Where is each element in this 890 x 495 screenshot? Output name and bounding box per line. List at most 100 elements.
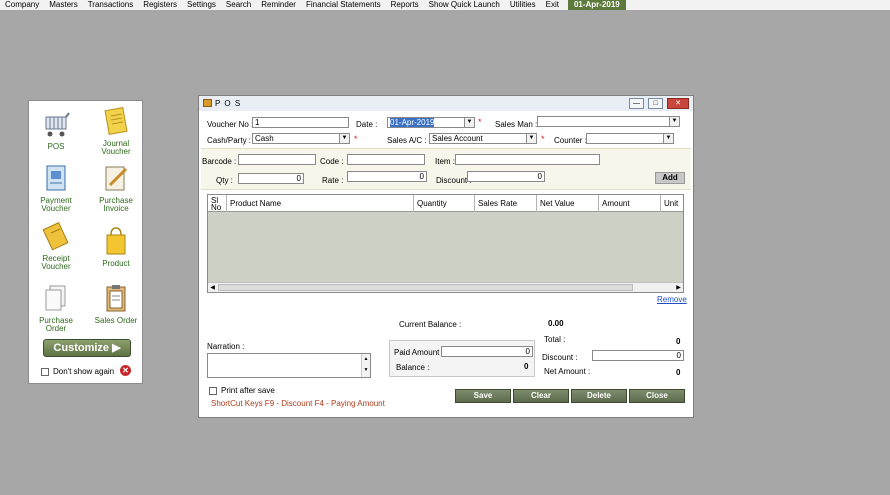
narration-textarea[interactable]: ▲ ▼ — [207, 353, 371, 378]
sales-man-label: Sales Man : — [495, 120, 538, 129]
narration-scrollbar[interactable]: ▲ ▼ — [361, 354, 370, 377]
add-button[interactable]: Add — [655, 172, 685, 184]
menu-financial-statements[interactable]: Financial Statements — [301, 0, 386, 10]
pos-titlebar: P O S — □ ✕ — [199, 96, 693, 111]
scroll-left-icon[interactable]: ◀ — [208, 283, 217, 293]
tile-payment-voucher[interactable]: Payment Voucher — [31, 163, 81, 213]
shopping-bag-icon — [106, 227, 126, 255]
col-amount[interactable]: Amount — [599, 195, 661, 212]
cash-party-select[interactable]: Cash ▼ — [252, 133, 350, 144]
qty-label: Qty : — [216, 176, 233, 185]
calendar-dropdown-icon[interactable]: ▼ — [464, 118, 474, 127]
menu-exit[interactable]: Exit — [541, 0, 564, 10]
sales-ac-select[interactable]: Sales Account ▼ — [429, 133, 537, 144]
item-input[interactable] — [455, 154, 600, 165]
balance-label: Balance : — [396, 363, 430, 372]
chevron-down-icon: ▼ — [663, 134, 673, 143]
menu-utilities[interactable]: Utilities — [505, 0, 541, 10]
paid-amount-label: Paid Amount : — [394, 348, 444, 357]
code-label: Code : — [320, 157, 344, 166]
scroll-thumb[interactable] — [218, 284, 633, 291]
item-label: Item : — [435, 157, 456, 166]
customize-button[interactable]: Customize ▶ — [43, 339, 131, 357]
menu-transactions[interactable]: Transactions — [83, 0, 139, 10]
window-close-button[interactable]: ✕ — [667, 98, 689, 109]
cash-party-value: Cash — [255, 134, 274, 143]
menu-masters[interactable]: Masters — [44, 0, 82, 10]
balance-value: 0 — [524, 362, 529, 371]
sales-ac-value: Sales Account — [432, 134, 483, 143]
payment-doc-icon — [46, 165, 66, 191]
code-input[interactable] — [347, 154, 425, 165]
grid-horizontal-scrollbar[interactable]: ◀ ▶ — [208, 282, 683, 292]
voucher-no-field[interactable]: 1 — [252, 117, 349, 128]
clear-button[interactable]: Clear — [513, 389, 569, 403]
tile-pos[interactable]: POS — [31, 109, 81, 151]
print-after-save-checkbox[interactable] — [209, 386, 217, 395]
paid-amount-input[interactable]: 0 — [441, 346, 533, 357]
net-amount-value: 0 — [676, 368, 681, 377]
rate-label: Rate : — [322, 176, 344, 185]
tile-product-label: Product — [102, 259, 130, 268]
close-button[interactable]: Close — [629, 389, 685, 403]
current-balance-label: Current Balance : — [399, 320, 462, 329]
chevron-down-icon: ▼ — [339, 134, 349, 143]
close-panel-icon[interactable]: ✕ — [120, 365, 131, 376]
total-label: Total : — [544, 335, 566, 344]
col-quantity[interactable]: Quantity — [414, 195, 475, 212]
tile-purchase-order[interactable]: Purchase Order — [31, 283, 81, 333]
menu-settings[interactable]: Settings — [182, 0, 221, 10]
remove-link[interactable]: Remove — [657, 295, 687, 304]
menu-registers[interactable]: Registers — [138, 0, 182, 10]
menu-show-quick-launch[interactable]: Show Quick Launch — [424, 0, 505, 10]
menubar: Company Masters Transactions Registers S… — [0, 0, 890, 10]
sales-man-select[interactable]: ▼ — [537, 116, 680, 127]
qty-input[interactable]: 0 — [238, 173, 304, 184]
discount-input[interactable]: 0 — [467, 171, 545, 182]
tile-purchase-invoice[interactable]: Purchase Invoice — [91, 163, 141, 213]
chevron-down-icon: ▼ — [669, 117, 679, 126]
dont-show-again-option[interactable]: Don't show again — [41, 367, 114, 376]
shortcut-keys-hint: ShortCut Keys F9 - Discount F4 - Paying … — [211, 399, 385, 408]
tile-product[interactable]: Product — [91, 226, 141, 268]
required-star-icon: * — [354, 134, 358, 144]
date-label: Date : — [356, 120, 378, 129]
save-button[interactable]: Save — [455, 389, 511, 403]
pos-window: P O S — □ ✕ Voucher No : 1 Date : 01-Apr… — [198, 95, 694, 418]
delete-button[interactable]: Delete — [571, 389, 627, 403]
col-product-name[interactable]: Product Name — [227, 195, 414, 212]
tile-sales-order[interactable]: Sales Order — [91, 283, 141, 325]
current-balance-value: 0.00 — [548, 319, 564, 328]
maximize-button[interactable]: □ — [648, 98, 663, 109]
barcode-input[interactable] — [238, 154, 316, 165]
print-after-save-option[interactable]: Print after save — [209, 386, 275, 395]
net-amount-label: Net Amount : — [544, 367, 591, 376]
chevron-down-icon: ▼ — [526, 134, 536, 143]
tile-journal-voucher[interactable]: Journal Voucher — [91, 106, 141, 156]
col-unit[interactable]: Unit — [661, 195, 683, 212]
product-grid: Sl No Product Name Quantity Sales Rate N… — [207, 194, 684, 293]
date-field[interactable]: 01-Apr-2019 ▼ — [387, 117, 475, 128]
scroll-right-icon[interactable]: ▶ — [674, 283, 683, 293]
menu-search[interactable]: Search — [221, 0, 256, 10]
tile-receipt-voucher[interactable]: Receipt Voucher — [31, 221, 81, 271]
voucher-no-label: Voucher No : — [207, 120, 254, 129]
menu-reminder[interactable]: Reminder — [256, 0, 301, 10]
counter-select[interactable]: ▼ — [586, 133, 674, 144]
rate-input[interactable]: 0 — [347, 171, 427, 182]
bottom-discount-input[interactable]: 0 — [592, 350, 684, 361]
col-net-value[interactable]: Net Value — [537, 195, 599, 212]
col-sl-no[interactable]: Sl No — [208, 195, 227, 212]
customize-label: Customize — [53, 342, 110, 354]
date-value: 01-Apr-2019 — [390, 118, 435, 127]
tile-payment-voucher-label: Payment Voucher — [40, 196, 72, 213]
narration-label: Narration : — [207, 342, 245, 351]
clipboard-icon — [106, 285, 126, 312]
menu-company[interactable]: Company — [0, 0, 44, 10]
menu-reports[interactable]: Reports — [386, 0, 424, 10]
minimize-button[interactable]: — — [629, 98, 644, 109]
col-sales-rate[interactable]: Sales Rate — [475, 195, 537, 212]
tile-pos-label: POS — [47, 142, 65, 151]
pos-window-title: P O S — [215, 99, 242, 108]
dont-show-again-checkbox[interactable] — [41, 367, 49, 376]
